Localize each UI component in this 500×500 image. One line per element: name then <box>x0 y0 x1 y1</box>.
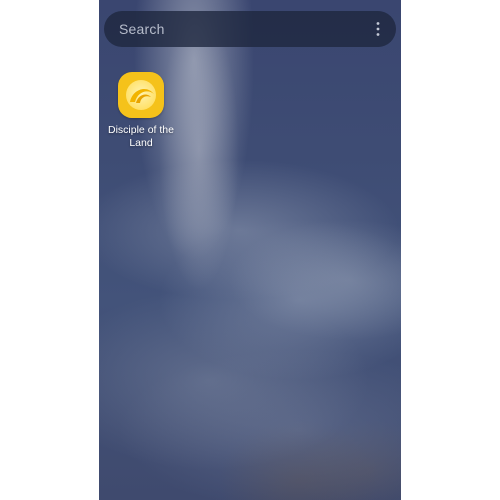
page: Search Disciple of the Land <box>0 0 500 500</box>
search-input[interactable]: Search <box>119 21 372 37</box>
app-label: Disciple of the Land <box>108 124 174 149</box>
home-screen: Search Disciple of the Land <box>99 0 401 500</box>
app-disciple-of-the-land[interactable]: Disciple of the Land <box>108 72 174 150</box>
search-bar[interactable]: Search <box>104 11 396 47</box>
more-vert-icon[interactable] <box>372 19 384 39</box>
crescent-app-icon[interactable] <box>118 72 164 118</box>
